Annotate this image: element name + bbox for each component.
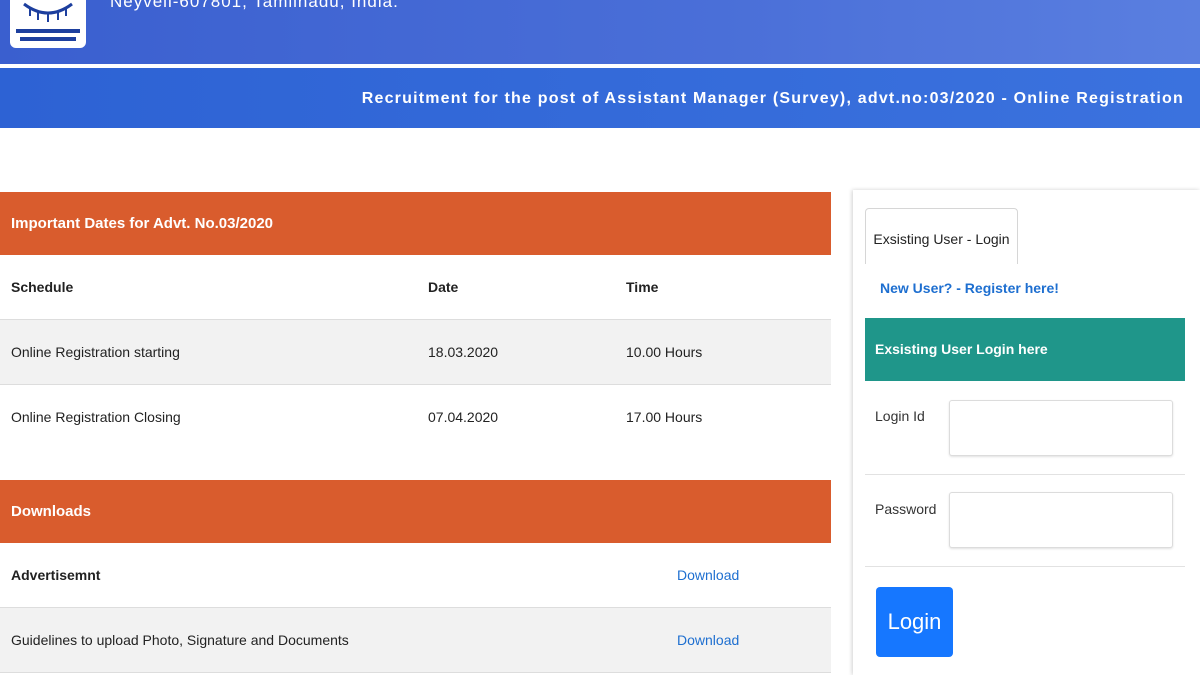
- column-header-schedule: Schedule: [11, 279, 74, 295]
- page-title: Recruitment for the post of Assistant Ma…: [361, 90, 1184, 107]
- password-label: Password: [875, 501, 937, 517]
- schedule-cell: Online Registration starting: [11, 344, 180, 360]
- date-cell: 07.04.2020: [428, 409, 499, 425]
- column-header-time: Time: [626, 279, 659, 295]
- time-cell: 17.00 Hours: [626, 409, 703, 425]
- login-heading: Exsisting User Login here: [865, 318, 1185, 381]
- org-logo: [10, 0, 86, 48]
- divider: [865, 566, 1185, 567]
- recruitment-banner: Recruitment for the post of Assistant Ma…: [0, 68, 1200, 128]
- downloads-heading: Downloads: [0, 480, 831, 543]
- org-address: Neyveli-607801, Tamilnadu, India.: [110, 0, 399, 11]
- important-dates-heading: Important Dates for Advt. No.03/2020: [0, 192, 831, 255]
- login-panel: Exsisting User - Login New User? - Regis…: [853, 190, 1200, 675]
- divider: [865, 474, 1185, 475]
- login-id-input[interactable]: [949, 400, 1173, 456]
- download-advertisement-link[interactable]: Download: [677, 543, 739, 608]
- time-cell: 10.00 Hours: [626, 344, 703, 360]
- schedule-cell: Online Registration Closing: [11, 409, 181, 425]
- table-row: Online Registration starting 18.03.2020 …: [0, 320, 831, 385]
- list-item: Advertisemnt Download: [0, 543, 831, 608]
- password-input[interactable]: [949, 492, 1173, 548]
- download-item-label: Advertisemnt: [11, 567, 101, 583]
- table-header-row: Schedule Date Time: [0, 255, 831, 320]
- date-cell: 18.03.2020: [428, 344, 499, 360]
- download-guidelines-link[interactable]: Download: [677, 608, 739, 673]
- download-item-label: Guidelines to upload Photo, Signature an…: [11, 632, 349, 648]
- register-link[interactable]: New User? - Register here!: [880, 280, 1059, 296]
- table-row: Online Registration Closing 07.04.2020 1…: [0, 385, 831, 450]
- site-header: Neyveli-607801, Tamilnadu, India.: [0, 0, 1200, 64]
- login-button[interactable]: Login: [876, 587, 953, 657]
- column-header-date: Date: [428, 279, 459, 295]
- list-item: Guidelines to upload Photo, Signature an…: [0, 608, 831, 673]
- org-logo-icon: [16, 2, 80, 41]
- login-id-label: Login Id: [875, 408, 925, 424]
- tab-existing-user-login[interactable]: Exsisting User - Login: [865, 208, 1018, 264]
